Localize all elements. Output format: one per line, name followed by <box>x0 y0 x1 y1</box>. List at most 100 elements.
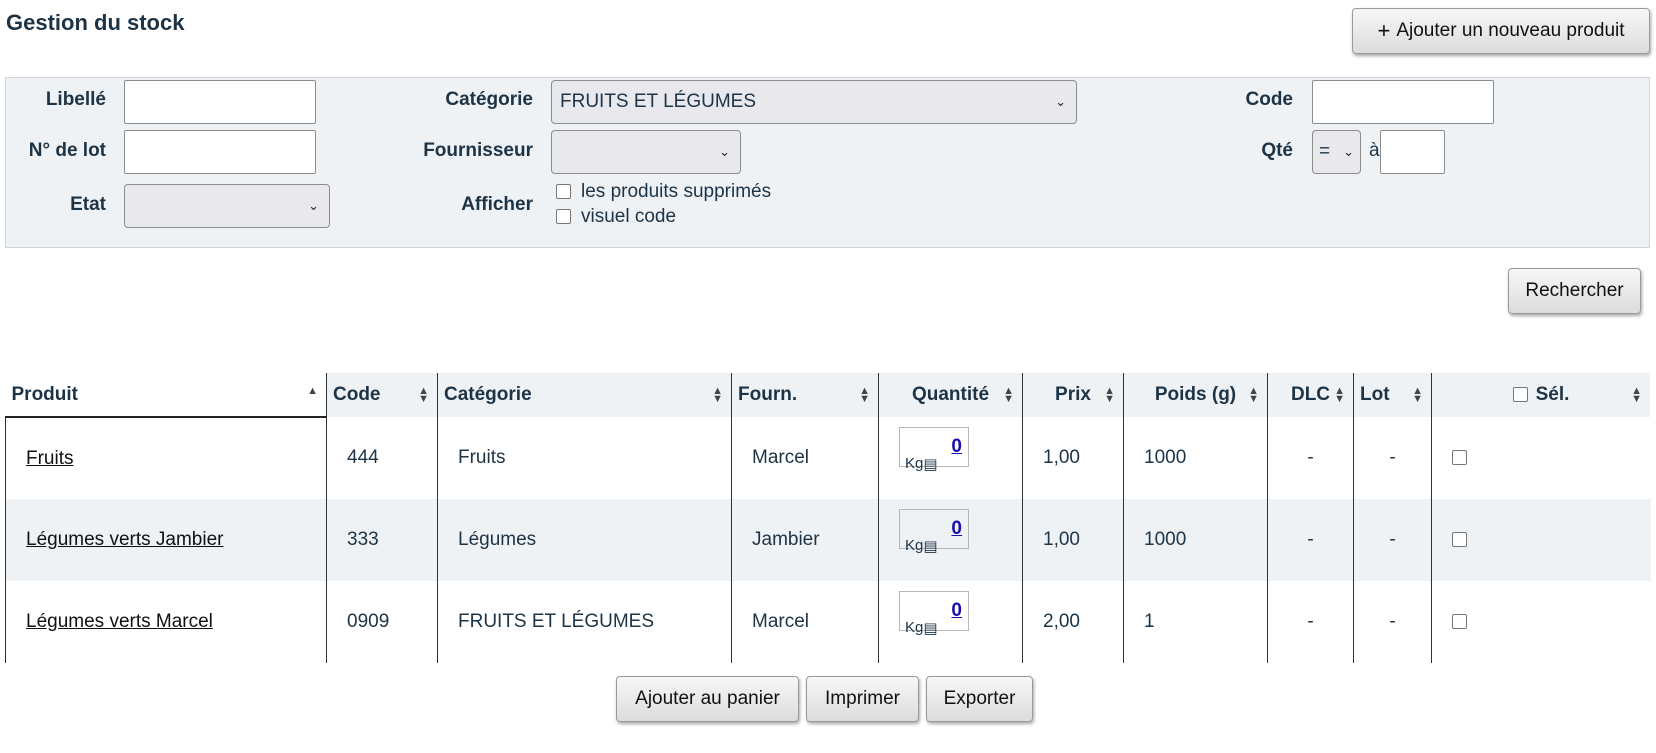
column-code-label: Code <box>333 384 381 405</box>
product-link[interactable]: Fruits <box>26 448 74 469</box>
quantite-cell: 0 Kg▤ <box>878 417 1023 499</box>
add-to-cart-button[interactable]: Ajouter au panier <box>616 676 799 722</box>
categorie-select[interactable]: FRUITS ET LÉGUMES ⌄ <box>551 80 1077 124</box>
export-button[interactable]: Exporter <box>926 676 1033 722</box>
qte-input[interactable] <box>1380 130 1445 174</box>
fourn-cell: Jambier <box>731 499 879 581</box>
lot-label: N° de lot <box>28 140 106 161</box>
prix-cell: 2,00 <box>1022 581 1124 663</box>
column-categorie[interactable]: Catégorie ▲ ▼ <box>437 373 732 417</box>
sort-icon: ▲ ▼ <box>859 385 870 405</box>
categorie-label: Catégorie <box>445 89 533 110</box>
deleted-products-label: les produits supprimés <box>581 181 772 202</box>
sort-asc-icon: ▲ <box>307 385 318 397</box>
sel-cell <box>1431 499 1651 581</box>
search-button[interactable]: Rechercher <box>1508 268 1641 314</box>
code-cell: 444 <box>326 417 438 499</box>
table-row: Légumes verts Marcel 0909 FRUITS ET LÉGU… <box>5 581 1651 663</box>
poids-cell: 1 <box>1123 581 1268 663</box>
afficher-label: Afficher <box>461 194 533 215</box>
fourn-cell: Marcel <box>731 417 879 499</box>
row-select-checkbox[interactable] <box>1452 450 1467 466</box>
column-fourn[interactable]: Fourn. ▲ ▼ <box>731 373 879 417</box>
add-product-label: Ajouter un nouveau produit <box>1396 20 1625 41</box>
sel-cell <box>1431 581 1651 663</box>
row-select-checkbox[interactable] <box>1452 614 1467 630</box>
sort-icon: ▲ ▼ <box>1334 385 1345 405</box>
quantity-link[interactable]: 0 <box>951 600 962 622</box>
chevron-down-icon: ⌄ <box>308 198 319 213</box>
sort-icon: ▲ ▼ <box>1248 385 1259 405</box>
chevron-down-icon: ⌄ <box>719 144 730 159</box>
table-row: Légumes verts Jambier 333 Légumes Jambie… <box>5 499 1651 581</box>
code-cell: 333 <box>326 499 438 581</box>
column-poids[interactable]: Poids (g) ▲ ▼ <box>1123 373 1268 417</box>
code-cell: 0909 <box>326 581 438 663</box>
sel-cell <box>1431 417 1651 499</box>
menu-icon[interactable]: ▤ <box>923 620 937 637</box>
deleted-products-checkbox[interactable] <box>556 184 571 200</box>
column-sel[interactable]: Sél. ▲ ▼ <box>1431 373 1651 417</box>
code-input[interactable] <box>1312 80 1494 124</box>
visual-code-option[interactable]: visuel code <box>556 206 676 228</box>
sort-icon: ▲ ▼ <box>418 385 429 405</box>
prix-cell: 1,00 <box>1022 417 1124 499</box>
qte-operator-select[interactable]: = ⌄ <box>1312 130 1361 174</box>
page-title: Gestion du stock <box>6 10 185 35</box>
plus-icon: + <box>1377 18 1391 43</box>
fournisseur-label: Fournisseur <box>423 140 533 161</box>
chevron-down-icon: ⌄ <box>1055 94 1066 109</box>
sort-icon: ▲ ▼ <box>1104 385 1115 405</box>
quantity-link[interactable]: 0 <box>951 436 962 458</box>
dlc-cell: - <box>1267 417 1354 499</box>
deleted-products-option[interactable]: les produits supprimés <box>556 181 771 203</box>
column-code[interactable]: Code ▲ ▼ <box>326 373 438 417</box>
fournisseur-select[interactable]: ⌄ <box>551 130 741 174</box>
categorie-cell: Légumes <box>437 499 732 581</box>
lot-input[interactable] <box>124 130 316 174</box>
column-dlc-label: DLC <box>1290 384 1331 405</box>
menu-icon[interactable]: ▤ <box>923 456 937 473</box>
select-all-checkbox[interactable] <box>1512 387 1528 403</box>
table-header-row: Produit ▲ Code ▲ ▼ Catégorie ▲ ▼ Fourn. ▲ ▼ Qua… <box>5 373 1651 418</box>
column-quantite[interactable]: Quantité ▲ ▼ <box>878 373 1023 417</box>
etat-select[interactable]: ⌄ <box>124 184 330 228</box>
poids-cell: 1000 <box>1123 499 1268 581</box>
print-button[interactable]: Imprimer <box>806 676 919 722</box>
lot-cell: - <box>1353 581 1432 663</box>
column-poids-label: Poids (g) <box>1154 384 1237 405</box>
row-select-checkbox[interactable] <box>1452 532 1467 548</box>
code-label: Code <box>1245 89 1294 110</box>
product-link[interactable]: Légumes verts Marcel <box>26 611 213 632</box>
filter-panel: Libellé N° de lot Etat ⌄ Catégorie FRUIT… <box>5 77 1650 248</box>
column-lot-label: Lot <box>1360 384 1390 405</box>
libelle-input[interactable] <box>124 80 316 124</box>
visual-code-checkbox[interactable] <box>556 209 571 225</box>
menu-icon[interactable]: ▤ <box>923 538 937 555</box>
categorie-value: FRUITS ET LÉGUMES <box>560 91 757 112</box>
product-link[interactable]: Légumes verts Jambier <box>26 529 223 550</box>
qte-to-label: à <box>1369 140 1380 161</box>
column-prix[interactable]: Prix ▲ ▼ <box>1022 373 1124 417</box>
lot-cell: - <box>1353 417 1432 499</box>
qte-operator-value: = <box>1319 141 1331 162</box>
column-dlc[interactable]: DLC ▲ ▼ <box>1267 373 1354 417</box>
column-quantite-label: Quantité <box>911 384 990 405</box>
etat-label: Etat <box>70 194 106 215</box>
stock-table: Produit ▲ Code ▲ ▼ Catégorie ▲ ▼ Fourn. ▲ ▼ Qua… <box>5 373 1651 663</box>
libelle-label: Libellé <box>45 89 106 110</box>
lot-cell: - <box>1353 499 1432 581</box>
fourn-cell: Marcel <box>731 581 879 663</box>
unit-label: Kg <box>905 619 924 636</box>
column-produit[interactable]: Produit ▲ <box>5 373 327 418</box>
chevron-down-icon: ⌄ <box>1343 144 1354 159</box>
poids-cell: 1000 <box>1123 417 1268 499</box>
prix-cell: 1,00 <box>1022 499 1124 581</box>
column-lot[interactable]: Lot ▲ ▼ <box>1353 373 1432 417</box>
categorie-cell: FRUITS ET LÉGUMES <box>437 581 732 663</box>
quantity-link[interactable]: 0 <box>951 518 962 540</box>
quantite-cell: 0 Kg▤ <box>878 581 1023 663</box>
sort-icon: ▲ ▼ <box>1631 385 1642 405</box>
add-product-button[interactable]: + Ajouter un nouveau produit <box>1352 8 1650 54</box>
column-prix-label: Prix <box>1055 384 1091 405</box>
